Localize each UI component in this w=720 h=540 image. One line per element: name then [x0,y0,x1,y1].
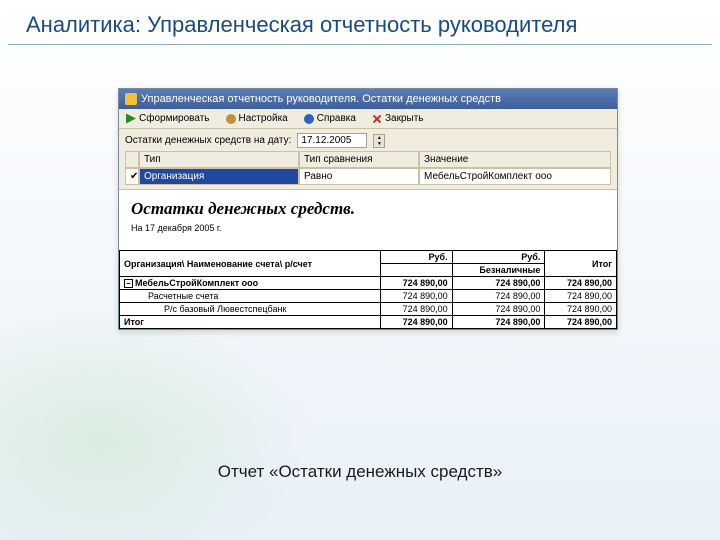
slide-title: Аналитика: Управленческая отчетность рук… [8,0,712,45]
col-main: Организация\ Наименование счета\ р/счет [120,251,381,277]
row-label: −МебельСтройКомплект ооо [120,277,381,290]
table-row[interactable]: Р/с базовый Лювестспецбанк724 890,00724 … [120,303,617,316]
report-window: Управленческая отчетность руководителя. … [118,88,618,330]
cell-c2: 724 890,00 [452,277,545,290]
filter-col-type: Тип [139,151,299,168]
cell-c1: 724 890,00 [381,303,453,316]
report-subtitle: На 17 декабря 2005 г. [131,223,605,233]
table-row[interactable]: Расчетные счета724 890,00724 890,00724 8… [120,290,617,303]
params-panel: Остатки денежных средств на дату: 17.12.… [119,129,617,190]
cell-c2: 724 890,00 [452,290,545,303]
close-button[interactable]: Закрыть [369,112,427,125]
filter-compare-cell[interactable]: Равно [299,168,419,185]
close-label: Закрыть [385,113,424,124]
chevron-down-icon: ▼ [374,141,384,147]
col-c2: Руб. [452,251,545,264]
cell-c2: 724 890,00 [452,303,545,316]
app-icon [125,93,137,105]
toolbar: Сформировать Настройка Справка Закрыть [119,109,617,129]
filter-col-compare: Тип сравнения [299,151,419,168]
filter-type-cell[interactable]: Организация [139,168,299,185]
row-label: Р/с базовый Лювестспецбанк [120,303,381,316]
filter-col-value: Значение [419,151,611,168]
window-titlebar: Управленческая отчетность руководителя. … [119,89,617,109]
total-c1: 724 890,00 [381,316,453,329]
tree-toggle-icon[interactable]: − [124,279,133,288]
close-icon [372,114,382,124]
filter-row[interactable]: ✔ Организация Равно МебельСтройКомплект … [125,168,611,185]
col-c1: Руб. [381,251,453,264]
cell-c1: 724 890,00 [381,290,453,303]
cell-c3: 724 890,00 [545,290,617,303]
data-table: Организация\ Наименование счета\ р/счет … [119,250,617,329]
run-button[interactable]: Сформировать [123,112,213,125]
total-c2: 724 890,00 [452,316,545,329]
report-area: Остатки денежных средств. На 17 декабря … [119,190,617,250]
total-label: Итог [120,316,381,329]
help-icon [304,114,314,124]
help-label: Справка [317,113,356,124]
total-row: Итог 724 890,00 724 890,00 724 890,00 [120,316,617,329]
filter-header: Тип Тип сравнения Значение [125,151,611,168]
window-title: Управленческая отчетность руководителя. … [141,93,501,105]
cell-c3: 724 890,00 [545,277,617,290]
filter-value-cell[interactable]: МебельСтройКомплект ооо [419,168,611,185]
cell-c3: 724 890,00 [545,303,617,316]
total-c3: 724 890,00 [545,316,617,329]
gear-icon [226,114,236,124]
filter-checkbox[interactable]: ✔ [125,168,139,185]
row-label: Расчетные счета [120,290,381,303]
date-label: Остатки денежных средств на дату: [125,135,291,146]
settings-button[interactable]: Настройка [223,112,291,125]
settings-label: Настройка [239,113,288,124]
play-icon [126,114,136,124]
date-spinner[interactable]: ▲▼ [373,134,385,148]
table-row[interactable]: −МебельСтройКомплект ооо724 890,00724 89… [120,277,617,290]
col-c3: Итог [545,251,617,277]
slide-caption: Отчет «Остатки денежных средств» [0,462,720,482]
col-c2-sub: Безналичные [452,264,545,277]
date-input[interactable]: 17.12.2005 [297,133,367,148]
cell-c1: 724 890,00 [381,277,453,290]
run-label: Сформировать [139,113,210,124]
report-title: Остатки денежных средств. [131,200,605,219]
help-button[interactable]: Справка [301,112,359,125]
